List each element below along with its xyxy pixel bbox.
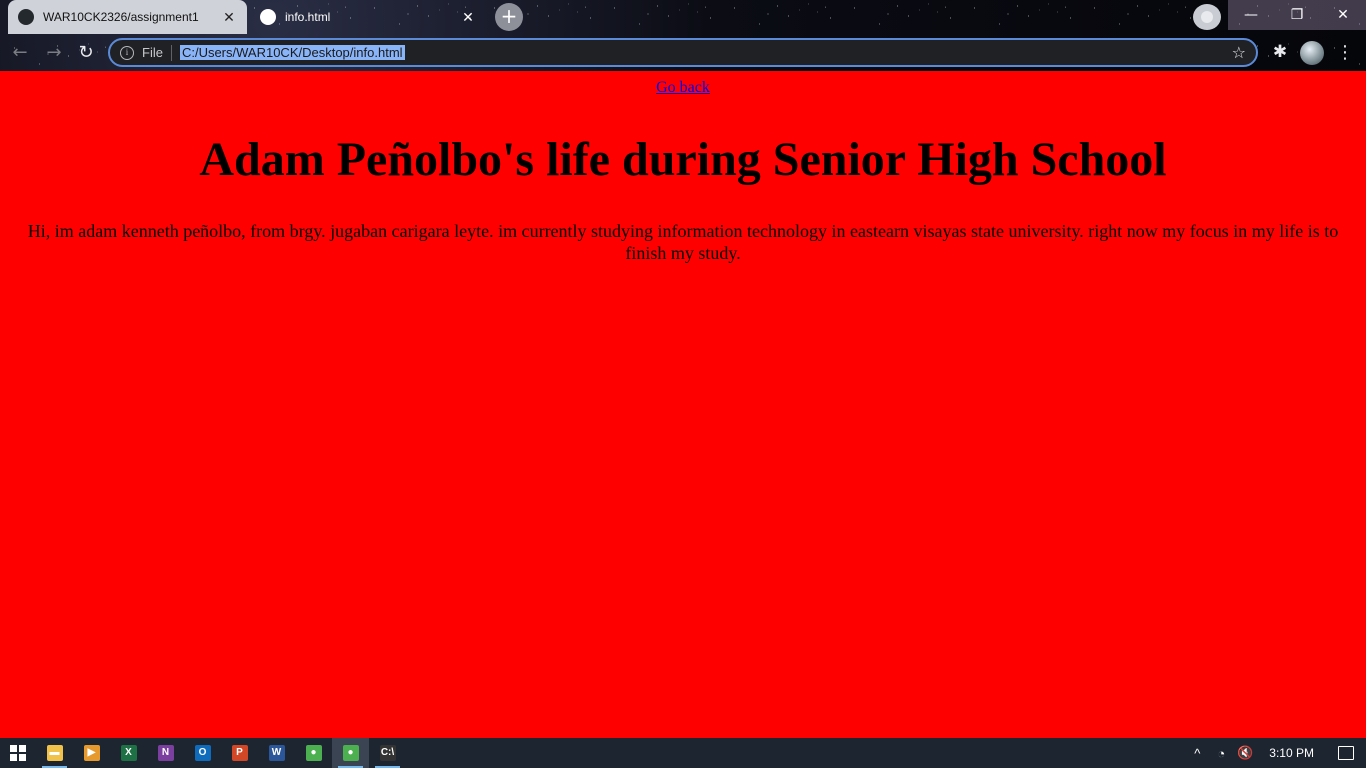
onenote-icon: N [157,745,174,761]
excel-icon: X [120,745,137,761]
taskbar-apps: ▬ ▶ X N O P W ● ● C:\ [36,738,406,768]
wifi-icon[interactable]: ◔ [1209,746,1233,761]
tab-label: info.html [285,10,331,24]
taskbar-app[interactable]: ● [295,738,332,768]
browser-chrome: WAR10CK2326/assignment1 ✕ info.html ✕ + … [0,0,1366,71]
outlook-icon: O [194,745,211,761]
bookmark-star-icon[interactable]: ☆ [1232,43,1246,62]
system-tray: ^ ◔ 🔇 3:10 PM [1185,738,1366,768]
minimize-button[interactable]: — [1228,0,1274,30]
menu-icon[interactable]: ⋮ [1336,41,1354,65]
divider [170,44,172,61]
taskbar-app[interactable]: ● [332,738,369,768]
avatar[interactable] [1300,41,1324,65]
start-button[interactable] [0,738,36,768]
taskbar-app[interactable]: C:\ [369,738,406,768]
github-icon [18,9,34,25]
chrome-icon: ● [305,745,322,761]
powerpoint-icon: P [231,745,248,761]
globe-icon [260,9,276,25]
profile-icon[interactable] [1193,4,1221,30]
terminal-icon: C:\ [379,745,396,761]
taskbar-app[interactable]: ▬ [36,738,73,768]
extensions-icon[interactable]: ✱ [1270,42,1290,62]
tab-info-html[interactable]: info.html ✕ [250,0,486,34]
page-title: Adam Peñolbo's life during Senior High S… [199,133,1167,186]
back-button[interactable]: ← [8,41,32,65]
taskbar-app[interactable]: ▶ [73,738,110,768]
taskbar-app[interactable]: N [147,738,184,768]
file-explorer-icon: ▬ [46,745,63,761]
windows-icon [10,745,26,761]
page-content: Go back Adam Peñolbo's life during Senio… [0,71,1366,738]
close-window-button[interactable]: ✕ [1320,0,1366,30]
clock[interactable]: 3:10 PM [1269,746,1314,760]
close-icon[interactable]: ✕ [221,9,237,26]
security-label: File [142,45,163,60]
chrome-active-icon: ● [342,745,359,761]
chevron-up-icon[interactable]: ^ [1185,746,1209,761]
volume-muted-icon[interactable]: 🔇 [1233,745,1257,761]
close-icon[interactable]: ✕ [460,9,476,26]
info-icon[interactable]: i [120,45,134,60]
maximize-button[interactable]: ❐ [1274,0,1320,30]
taskbar-app[interactable]: W [258,738,295,768]
word-icon: W [268,745,285,761]
reload-button[interactable]: ↻ [74,41,98,65]
url-text[interactable]: C:/Users/WAR10CK/Desktop/info.html [179,45,405,60]
notification-button[interactable] [1326,738,1366,768]
go-back-link[interactable]: Go back [656,79,710,97]
intro-paragraph: Hi, im adam kenneth peñolbo, from brgy. … [27,221,1339,263]
media-player-icon: ▶ [83,745,100,761]
notification-icon [1338,746,1354,760]
address-bar[interactable]: i File C:/Users/WAR10CK/Desktop/info.htm… [108,38,1258,67]
new-tab-button[interactable]: + [495,3,523,31]
taskbar-app[interactable]: X [110,738,147,768]
taskbar: ▬ ▶ X N O P W ● ● C:\ ^ ◔ 🔇 3:10 PM [0,738,1366,768]
taskbar-app[interactable]: O [184,738,221,768]
tab-label: WAR10CK2326/assignment1 [43,10,199,24]
forward-button[interactable]: → [42,41,66,65]
taskbar-app[interactable]: P [221,738,258,768]
tab-github-assignment[interactable]: WAR10CK2326/assignment1 ✕ [8,0,247,34]
